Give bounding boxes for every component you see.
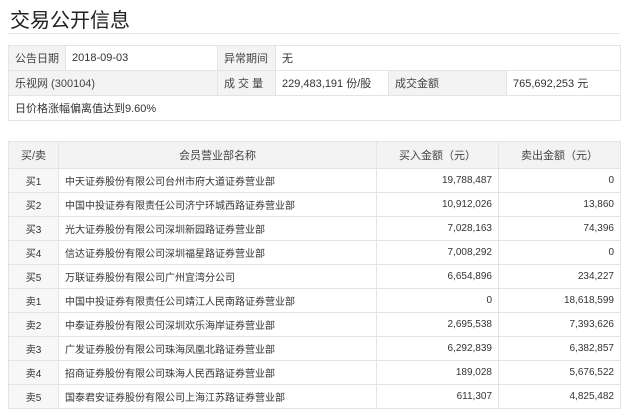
table-row: 卖5 国泰君安证券股份有限公司上海江苏路证券营业部 611,307 4,825,… <box>8 384 621 409</box>
row-broker: 万联证券股份有限公司广州宜湾分公司 <box>58 264 377 289</box>
table-row: 买4 信达证券股份有限公司深圳福星路证券营业部 7,008,292 0 <box>8 240 621 265</box>
row-side: 卖3 <box>8 336 59 361</box>
column-header-broker: 会员营业部名称 <box>58 141 377 169</box>
row-broker: 信达证券股份有限公司深圳福星路证券营业部 <box>58 240 377 265</box>
volume-label: 成 交 量 <box>217 70 276 96</box>
row-side: 买4 <box>8 240 59 265</box>
table-row: 卖2 中泰证券股份有限公司深圳欢乐海岸证券营业部 2,695,538 7,393… <box>8 312 621 337</box>
row-side: 卖5 <box>8 384 59 409</box>
amount-value: 765,692,253 元 <box>506 70 621 96</box>
stock-name: 乐视网 (300104) <box>8 70 218 96</box>
row-side: 买2 <box>8 192 59 217</box>
row-broker: 招商证券股份有限公司珠海人民西路证券营业部 <box>58 360 377 385</box>
row-broker: 光大证券股份有限公司深圳新园路证券营业部 <box>58 216 377 241</box>
table-row: 买3 光大证券股份有限公司深圳新园路证券营业部 7,028,163 74,396 <box>8 216 621 241</box>
row-side: 卖1 <box>8 288 59 313</box>
table-row: 买2 中国中投证券有限责任公司济宁环城西路证券营业部 10,912,026 13… <box>8 192 621 217</box>
row-sell-amount: 7,393,626 <box>498 312 621 337</box>
row-sell-amount: 234,227 <box>498 264 621 289</box>
announce-date-label: 公告日期 <box>8 45 66 71</box>
row-side: 卖4 <box>8 360 59 385</box>
table-row: 卖1 中国中投证券有限责任公司靖江人民南路证券营业部 0 18,618,599 <box>8 288 621 313</box>
row-side: 买5 <box>8 264 59 289</box>
row-buy-amount: 189,028 <box>376 360 499 385</box>
amount-label: 成交金额 <box>388 70 507 96</box>
row-side: 卖2 <box>8 312 59 337</box>
row-sell-amount: 13,860 <box>498 192 621 217</box>
row-side: 买3 <box>8 216 59 241</box>
row-sell-amount: 4,825,482 <box>498 384 621 409</box>
row-buy-amount: 10,912,026 <box>376 192 499 217</box>
table-row: 卖3 广发证券股份有限公司珠海凤凰北路证券营业部 6,292,839 6,382… <box>8 336 621 361</box>
deviation-note: 日价格涨幅偏离值达到9.60% <box>8 95 621 121</box>
trade-details-table: 买/卖 会员营业部名称 买入金额（元） 卖出金额（元） 买1 中天证券股份有限公… <box>8 141 621 409</box>
row-side: 买1 <box>8 168 59 193</box>
announcement-info-panel: 公告日期 2018-09-03 异常期间 无 乐视网 (300104) 成 交 … <box>8 45 621 121</box>
page-title: 交易公开信息 <box>10 10 130 32</box>
abnormal-period-value: 无 <box>275 45 621 71</box>
announce-date-value: 2018-09-03 <box>65 45 218 71</box>
row-broker: 中国中投证券有限责任公司靖江人民南路证券营业部 <box>58 288 377 313</box>
row-sell-amount: 6,382,857 <box>498 336 621 361</box>
row-broker: 广发证券股份有限公司珠海凤凰北路证券营业部 <box>58 336 377 361</box>
column-header-side: 买/卖 <box>8 141 59 169</box>
title-divider <box>8 33 620 34</box>
row-sell-amount: 0 <box>498 168 621 193</box>
table-row: 卖4 招商证券股份有限公司珠海人民西路证券营业部 189,028 5,676,5… <box>8 360 621 385</box>
table-row: 买1 中天证券股份有限公司台州市府大道证券营业部 19,788,487 0 <box>8 168 621 193</box>
row-buy-amount: 7,028,163 <box>376 216 499 241</box>
volume-value: 229,483,191 份/股 <box>275 70 389 96</box>
row-sell-amount: 18,618,599 <box>498 288 621 313</box>
column-header-sell-amount: 卖出金额（元） <box>498 141 621 169</box>
table-header-row: 买/卖 会员营业部名称 买入金额（元） 卖出金额（元） <box>8 141 621 169</box>
column-header-buy-amount: 买入金额（元） <box>376 141 499 169</box>
row-buy-amount: 19,788,487 <box>376 168 499 193</box>
row-broker: 国泰君安证券股份有限公司上海江苏路证券营业部 <box>58 384 377 409</box>
row-sell-amount: 74,396 <box>498 216 621 241</box>
table-row: 买5 万联证券股份有限公司广州宜湾分公司 6,654,896 234,227 <box>8 264 621 289</box>
row-buy-amount: 6,654,896 <box>376 264 499 289</box>
row-buy-amount: 6,292,839 <box>376 336 499 361</box>
row-buy-amount: 7,008,292 <box>376 240 499 265</box>
row-buy-amount: 2,695,538 <box>376 312 499 337</box>
row-sell-amount: 0 <box>498 240 621 265</box>
row-buy-amount: 611,307 <box>376 384 499 409</box>
row-buy-amount: 0 <box>376 288 499 313</box>
row-broker: 中泰证券股份有限公司深圳欢乐海岸证券营业部 <box>58 312 377 337</box>
abnormal-period-label: 异常期间 <box>217 45 276 71</box>
row-broker: 中天证券股份有限公司台州市府大道证券营业部 <box>58 168 377 193</box>
row-sell-amount: 5,676,522 <box>498 360 621 385</box>
row-broker: 中国中投证券有限责任公司济宁环城西路证券营业部 <box>58 192 377 217</box>
